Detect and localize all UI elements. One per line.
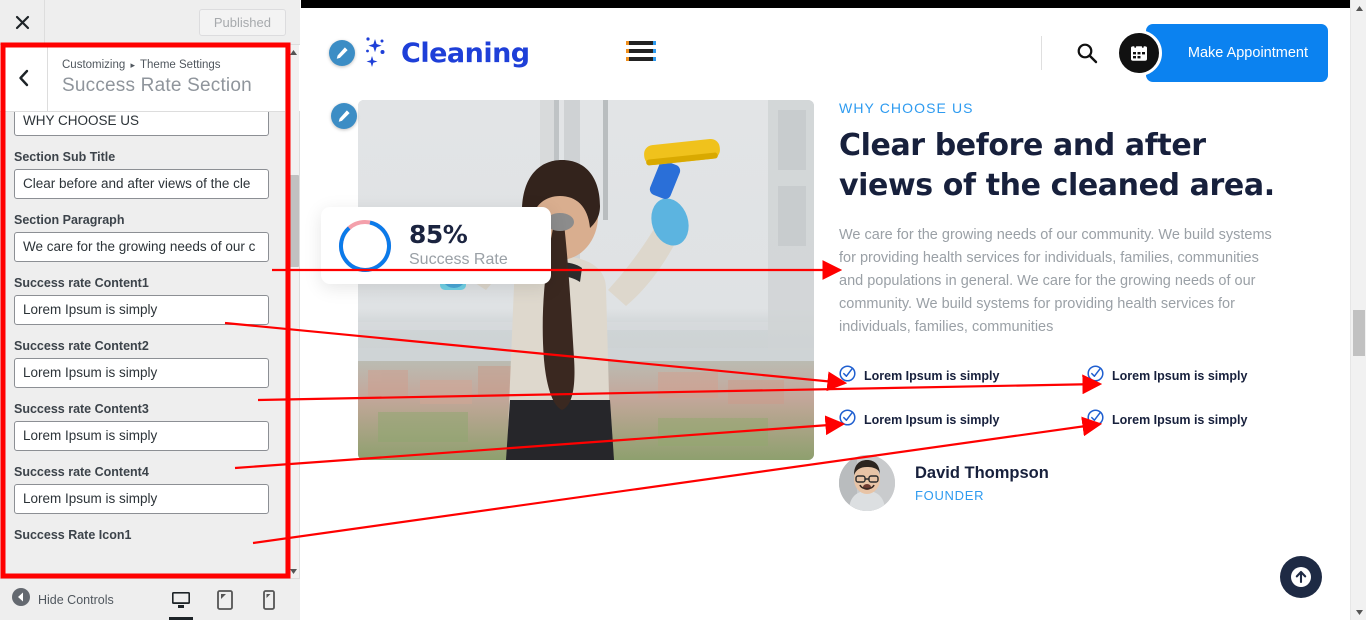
scrollbar-down-arrow-icon[interactable] bbox=[286, 564, 300, 578]
check-circle-icon bbox=[839, 365, 856, 387]
success-rate-content4-input[interactable] bbox=[14, 483, 269, 514]
page-title: Success Rate Section bbox=[62, 74, 252, 96]
success-rate-value: 85% bbox=[409, 220, 468, 249]
scrollbar-down-arrow-icon[interactable] bbox=[1351, 604, 1366, 620]
author-name: David Thompson bbox=[915, 463, 1049, 482]
list-item: Lorem Ipsum is simply bbox=[1087, 409, 1335, 431]
success-rate-label: Success Rate bbox=[409, 251, 508, 268]
success-rate-ring bbox=[339, 219, 391, 272]
success-rate-content2-input[interactable] bbox=[14, 357, 269, 388]
mobile-icon[interactable] bbox=[256, 587, 282, 613]
success-rate-text: 85% Success Rate bbox=[409, 222, 508, 269]
customizer-section-header: Customizing ▸ Theme Settings Success Rat… bbox=[0, 45, 300, 112]
section-title-input[interactable] bbox=[14, 112, 269, 136]
make-appointment-button[interactable]: Make Appointment bbox=[1145, 24, 1328, 82]
control-success-rate-content4: Success rate Content4 bbox=[0, 465, 286, 514]
customizer-scrollbar[interactable] bbox=[285, 45, 299, 578]
author-info: David Thompson FOUNDER bbox=[915, 464, 1049, 503]
device-preview-switcher bbox=[168, 587, 300, 620]
avatar bbox=[839, 455, 895, 511]
pencil-edit-icon[interactable] bbox=[331, 103, 357, 129]
control-why-choose-us bbox=[0, 112, 286, 136]
publish-button[interactable]: Published bbox=[198, 8, 286, 36]
scrollbar-thumb[interactable] bbox=[287, 175, 299, 267]
section-headline: Clear before and after views of the clea… bbox=[839, 128, 1275, 203]
control-success-rate-content2: Success rate Content2 bbox=[0, 339, 286, 388]
list-item: Lorem Ipsum is simply bbox=[839, 365, 1087, 387]
author-block: David Thompson FOUNDER bbox=[839, 455, 1049, 511]
site-preview: Cleaning Make Appointment 85% Success Ra… bbox=[301, 0, 1350, 620]
hamburger-menu-icon[interactable] bbox=[625, 40, 656, 67]
wp-customizer-panel: Published Customizing ▸ Theme Settings S… bbox=[0, 0, 300, 620]
hide-controls-label: Hide Controls bbox=[38, 592, 114, 607]
breadcrumb-parent: Theme Settings bbox=[140, 58, 221, 71]
appointment-action: Make Appointment bbox=[1115, 24, 1328, 82]
check-circle-icon bbox=[1087, 409, 1104, 431]
control-section-sub-title: Section Sub Title bbox=[0, 150, 286, 199]
browser-scrollbar[interactable] bbox=[1350, 0, 1366, 620]
breadcrumb-separator-icon: ▸ bbox=[130, 59, 136, 70]
control-label: Success rate Content3 bbox=[14, 401, 149, 416]
breadcrumb: Customizing ▸ Theme Settings Success Rat… bbox=[48, 58, 252, 99]
collapse-arrow-icon bbox=[12, 588, 30, 611]
chevron-left-icon[interactable] bbox=[0, 45, 48, 111]
desktop-icon[interactable] bbox=[168, 587, 194, 620]
check-circle-icon bbox=[1087, 365, 1104, 387]
customizer-footer: Hide Controls bbox=[0, 578, 300, 620]
scrollbar-thumb[interactable] bbox=[1353, 310, 1365, 356]
control-next-partial: Success Rate Icon1 bbox=[0, 528, 286, 542]
list-item: Lorem Ipsum is simply bbox=[1087, 365, 1335, 387]
control-label: Success rate Content1 bbox=[14, 275, 149, 290]
scroll-to-top-button[interactable] bbox=[1280, 556, 1322, 598]
list-item-label: Lorem Ipsum is simply bbox=[1112, 369, 1248, 383]
list-item-label: Lorem Ipsum is simply bbox=[864, 369, 1000, 383]
hide-controls-button[interactable]: Hide Controls bbox=[0, 588, 114, 611]
close-icon[interactable] bbox=[0, 0, 45, 44]
success-rate-content1-input[interactable] bbox=[14, 294, 269, 325]
section-eyebrow: WHY CHOOSE US bbox=[839, 100, 974, 116]
customizer-controls-list: Section Sub Title Section Paragraph Succ… bbox=[0, 112, 286, 578]
control-success-rate-content3: Success rate Content3 bbox=[0, 402, 286, 451]
site-header: Cleaning Make Appointment bbox=[301, 8, 1350, 98]
list-item: Lorem Ipsum is simply bbox=[839, 409, 1087, 431]
control-label: Section Paragraph bbox=[14, 212, 125, 227]
brand-logo[interactable]: Cleaning bbox=[329, 35, 530, 71]
author-role: FOUNDER bbox=[915, 487, 985, 503]
sparkle-icon bbox=[361, 35, 395, 71]
control-label: Success rate Content2 bbox=[14, 338, 149, 353]
screen: Published Customizing ▸ Theme Settings S… bbox=[0, 0, 1366, 620]
divider bbox=[1040, 36, 1042, 70]
section-paragraph-input[interactable] bbox=[14, 231, 269, 262]
why-choose-us-content: WHY CHOOSE US Clear before and after vie… bbox=[839, 100, 1309, 431]
scrollbar-up-arrow-icon[interactable] bbox=[1351, 0, 1366, 16]
success-rate-card: 85% Success Rate bbox=[321, 207, 551, 284]
section-sub-title-input[interactable] bbox=[14, 168, 269, 199]
breadcrumb-root: Customizing bbox=[62, 58, 126, 71]
list-item-label: Lorem Ipsum is simply bbox=[1112, 413, 1248, 427]
feature-check-list: Lorem Ipsum is simply Lorem Ipsum is sim… bbox=[839, 365, 1309, 431]
header-actions: Make Appointment bbox=[1040, 24, 1350, 82]
search-icon[interactable] bbox=[1076, 42, 1098, 64]
success-rate-content3-input[interactable] bbox=[14, 420, 269, 451]
tablet-icon[interactable] bbox=[212, 587, 238, 613]
control-label: Section Sub Title bbox=[14, 149, 116, 164]
customizer-topbar: Published bbox=[0, 0, 300, 45]
section-paragraph: We care for the growing needs of our com… bbox=[839, 227, 1272, 335]
brand-name: Cleaning bbox=[401, 37, 530, 69]
control-success-rate-content1: Success rate Content1 bbox=[0, 276, 286, 325]
control-label: Success Rate Icon1 bbox=[14, 527, 132, 542]
calendar-icon[interactable] bbox=[1115, 30, 1162, 76]
pencil-edit-icon[interactable] bbox=[329, 40, 355, 66]
preview-top-strip bbox=[301, 0, 1350, 8]
scrollbar-up-arrow-icon[interactable] bbox=[286, 45, 300, 59]
publish-area: Published bbox=[45, 8, 300, 36]
control-label: Success rate Content4 bbox=[14, 464, 149, 479]
list-item-label: Lorem Ipsum is simply bbox=[864, 413, 1000, 427]
control-section-paragraph: Section Paragraph bbox=[0, 213, 286, 262]
check-circle-icon bbox=[839, 409, 856, 431]
